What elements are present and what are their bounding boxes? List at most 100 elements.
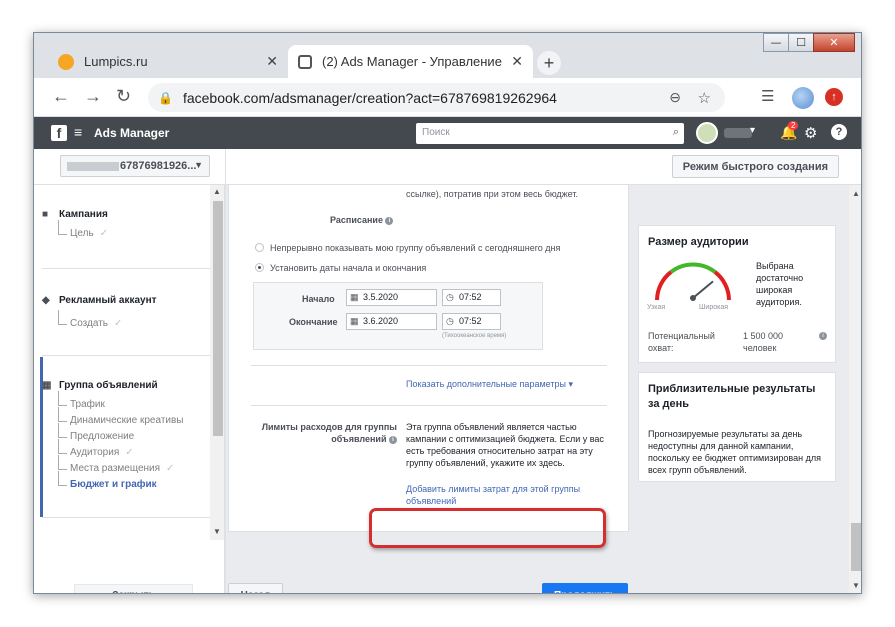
tab-strip: Lumpics.ru ✕ (2) Ads Manager - Управлени… [34, 33, 861, 78]
add-spend-limits-link[interactable]: Добавить лимиты затрат для этой группы о… [406, 483, 606, 507]
potential-reach-value: 1 500 000 человек [743, 331, 784, 353]
check-icon: ✓ [99, 228, 109, 239]
main-scrollbar[interactable]: ▲ ▼ [849, 185, 861, 593]
info-icon[interactable]: i [385, 216, 394, 225]
check-icon: ✓ [166, 463, 175, 474]
sidebar-ad-group[interactable]: ▦ Группа объявлений Трафик Динамические к… [42, 380, 210, 493]
timezone-note: (Тихоокеанское время) [442, 333, 507, 339]
sidebar-section-title: Кампания [59, 209, 108, 220]
start-date-input[interactable]: ▦ 3.5.2020 [346, 289, 437, 306]
main-content: ссылке), потратив при этом весь бюджет. … [226, 185, 861, 593]
facebook-logo-icon[interactable]: f [51, 125, 67, 141]
sidebar-item-traffic[interactable]: Трафик [58, 391, 210, 413]
lumpics-favicon-icon [58, 53, 74, 70]
end-label: Окончание [289, 317, 338, 327]
account-name-redacted[interactable] [724, 128, 752, 138]
sidebar-item-label: Места размещения [70, 463, 161, 474]
media-control-icon[interactable]: ☰ [761, 87, 774, 105]
ads-manager-header: f ≡ Ads Manager Поиск ⌕ ▾ 🔔 2 ⚙ ? [34, 117, 861, 149]
spend-limits-label-line2-row: объявлений i [259, 433, 397, 445]
info-icon[interactable]: i [819, 332, 827, 340]
main-scrollbar-thumb[interactable] [851, 523, 861, 571]
sidebar-item-label: Бюджет и график [70, 479, 157, 490]
start-time-value: 07:52 [459, 292, 482, 302]
schedule-label: Расписание [330, 215, 383, 225]
forward-arrow-icon[interactable]: → [84, 86, 102, 107]
campaign-icon: ■ [42, 209, 49, 220]
gauge-narrow-arc [655, 270, 673, 301]
audience-size-title: Размер аудитории [648, 236, 749, 248]
sidebar-item-label: Трафик [70, 399, 105, 410]
sidebar-ad-account[interactable]: ◆ Рекламный аккаунт Создать ✓ [42, 295, 210, 332]
scroll-down-icon[interactable]: ▼ [213, 527, 221, 536]
sidebar-item-dynamic-creatives[interactable]: Динамические креативы [58, 407, 210, 429]
option-continuous-label[interactable]: Непрерывно показывать мою группу объявле… [270, 243, 560, 253]
address-bar[interactable]: 🔒 facebook.com/adsmanager/creation?act=6… [148, 83, 725, 112]
scroll-down-icon[interactable]: ▼ [852, 581, 860, 590]
maximize-button[interactable]: ☐ [788, 33, 814, 52]
tab-close-icon[interactable]: ✕ [511, 53, 523, 70]
sidebar-item-goal[interactable]: Цель ✓ [58, 220, 210, 242]
account-caret-icon[interactable]: ▾ [750, 125, 755, 136]
menu-icon[interactable]: ≡ [74, 124, 82, 140]
tab-ads-manager[interactable]: (2) Ads Manager - Управление р ✕ [288, 45, 533, 78]
settings-gear-icon[interactable]: ⚙ [804, 124, 817, 142]
info-icon[interactable]: i [389, 435, 397, 444]
sidebar-campaign[interactable]: ■ Кампания Цель ✓ [42, 209, 210, 242]
audience-size-panel: Размер аудитории Узкая Широкая Выбрана д… [638, 225, 836, 363]
gauge-narrow-label: Узкая [647, 304, 666, 311]
account-id: 67876981926... [120, 160, 197, 172]
tab-close-icon[interactable]: ✕ [266, 53, 278, 70]
scroll-up-icon[interactable]: ▲ [213, 187, 221, 196]
search-input[interactable]: Поиск ⌕ [416, 123, 684, 144]
zoom-icon[interactable]: ⊖ [669, 89, 681, 106]
show-more-params-link[interactable]: Показать дополнительные параметры ▾ [406, 379, 573, 390]
budget-schedule-card: ссылке), потратив при этом весь бюджет. … [228, 185, 629, 532]
option-dates-label[interactable]: Установить даты начала и окончания [270, 263, 426, 273]
sidebar-item-audience[interactable]: Аудитория ✓ [58, 439, 210, 461]
date-range-box: Начало ▦ 3.5.2020 ◷ 07:52 Окончание ▦ 3.6.2… [253, 282, 543, 350]
profile-avatar-icon[interactable] [792, 87, 814, 109]
lock-icon[interactable]: 🔒 [158, 91, 173, 105]
ad-account-selector[interactable]: 67876981926... ▼ [60, 155, 210, 177]
divider [42, 268, 210, 269]
radio-continuous[interactable] [255, 243, 264, 252]
ads-manager-favicon-icon [298, 54, 312, 69]
sidebar-item-budget-schedule[interactable]: Бюджет и график [58, 471, 210, 493]
tab-lumpics[interactable]: Lumpics.ru ✕ [48, 45, 288, 78]
scroll-up-icon[interactable]: ▲ [852, 189, 860, 198]
start-date-value: 3.5.2020 [363, 292, 399, 302]
search-icon[interactable]: ⌕ [673, 126, 679, 139]
sidebar-scrollbar-thumb[interactable] [213, 201, 223, 436]
close-window-button[interactable]: ✕ [813, 33, 855, 52]
sidebar-item-label: Цель [70, 228, 94, 239]
sidebar-item-create[interactable]: Создать ✓ [58, 310, 210, 332]
radio-set-dates[interactable] [255, 263, 264, 272]
chevron-down-icon: ▼ [194, 160, 203, 170]
update-icon[interactable]: ↑ [825, 88, 843, 106]
divider [251, 365, 607, 366]
gauge-broad-arc [713, 270, 731, 301]
sidebar-item-placements[interactable]: Места размещения ✓ [58, 455, 210, 477]
account-id-redacted [67, 161, 119, 171]
end-date-input[interactable]: ▦ 3.6.2020 [346, 313, 437, 330]
reload-icon[interactable]: ↻ [116, 86, 131, 107]
bookmark-star-icon[interactable]: ☆ [698, 89, 711, 107]
sidebar-item-offer[interactable]: Предложение [58, 423, 210, 445]
back-button[interactable]: Назад [228, 583, 283, 593]
divider [42, 355, 210, 356]
continue-button[interactable]: Продолжить [542, 583, 628, 593]
url-text[interactable]: facebook.com/adsmanager/creation?act=678… [183, 90, 557, 106]
minimize-button[interactable]: — [763, 33, 789, 52]
account-avatar-icon[interactable] [696, 122, 718, 144]
back-arrow-icon[interactable]: ← [52, 86, 70, 107]
close-button[interactable]: Закрыть [74, 584, 193, 593]
sidebar-section-title: Рекламный аккаунт [59, 295, 157, 306]
estimated-results-title: Приблизительные результаты за день [648, 383, 816, 410]
ad-group-icon: ▦ [42, 380, 52, 391]
new-tab-button[interactable]: + [537, 51, 561, 75]
end-time-input[interactable]: ◷ 07:52 [442, 313, 501, 330]
start-time-input[interactable]: ◷ 07:52 [442, 289, 501, 306]
quick-create-button[interactable]: Режим быстрого создания [671, 155, 839, 178]
help-icon[interactable]: ? [831, 124, 847, 140]
